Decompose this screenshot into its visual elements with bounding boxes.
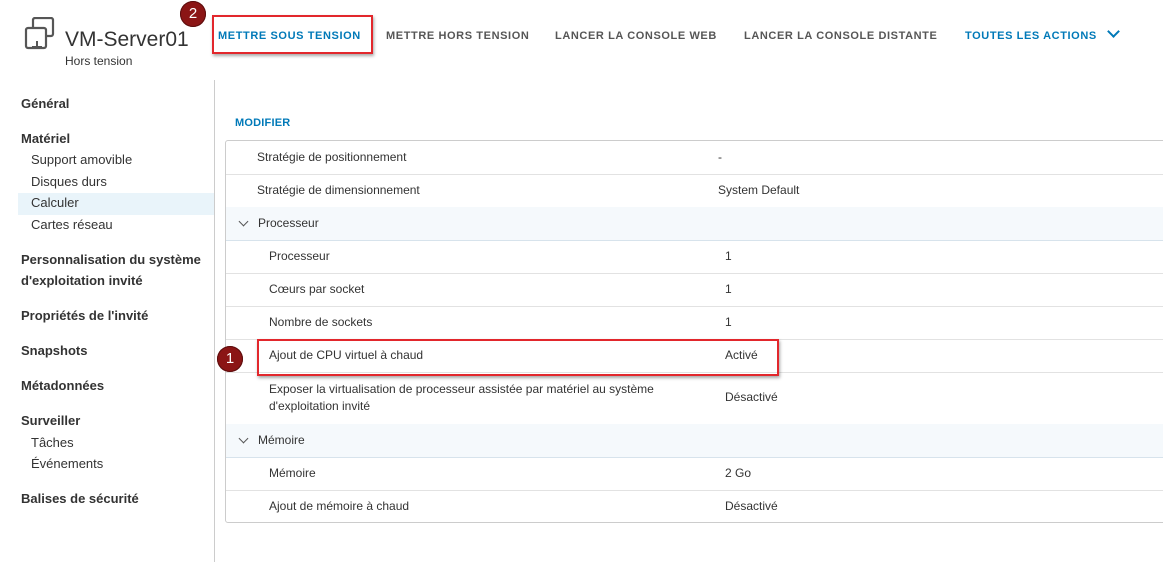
table-row: Nombre de sockets 1	[226, 306, 1163, 340]
chevron-down-icon	[1106, 25, 1120, 38]
row-value: 1	[725, 282, 732, 296]
table-row: Stratégie de positionnement -	[226, 141, 1163, 175]
sidebar-item-tasks[interactable]: Tâches	[31, 432, 74, 453]
sidebar-item-snapshots[interactable]: Snapshots	[21, 340, 87, 361]
table-row: Processeur 1	[226, 240, 1163, 274]
row-label: Ajout de mémoire à chaud	[269, 499, 410, 513]
row-value: -	[718, 150, 722, 164]
sidebar-item-guest-properties[interactable]: Propriétés de l'invité	[21, 305, 148, 326]
launch-remote-console-button[interactable]: LANCER LA CONSOLE DISTANTE	[744, 29, 937, 43]
row-label: Stratégie de dimensionnement	[257, 183, 420, 197]
row-value: 2 Go	[725, 466, 752, 480]
row-value: Désactivé	[725, 390, 778, 404]
row-value: 1	[725, 315, 732, 329]
sidebar-item-network-adapters[interactable]: Cartes réseau	[31, 214, 113, 235]
row-label-line1: Exposer la virtualisation de processeur …	[269, 382, 654, 396]
step-badge-1: 1	[217, 346, 243, 372]
vm-name-title: VM-Server01	[65, 28, 189, 51]
sidebar-section-hardware[interactable]: Matériel	[21, 128, 70, 149]
chevron-down-icon	[238, 216, 249, 227]
memory-group-header[interactable]: Mémoire	[226, 424, 1163, 458]
step-badge-2: 2	[180, 1, 206, 27]
vm-header: VM-Server01 Hors tension METTRE SOUS TEN…	[0, 0, 1163, 80]
table-row: Stratégie de dimensionnement System Defa…	[226, 174, 1163, 208]
edit-link[interactable]: MODIFIER	[235, 117, 290, 129]
row-label: Cœurs par socket	[269, 282, 365, 296]
vm-power-status: Hors tension	[65, 54, 133, 68]
all-actions-label: TOUTES LES ACTIONS	[965, 30, 1097, 42]
sidebar-item-removable-media[interactable]: Support amovible	[31, 149, 132, 170]
sidebar-item-security-tags[interactable]: Balises de sécurité	[21, 488, 139, 509]
row-label-line2: d'exploitation invité	[269, 399, 371, 413]
highlight-box-power-on	[212, 15, 373, 54]
row-label: Nombre de sockets	[269, 315, 373, 329]
compute-properties-grid: Stratégie de positionnement - Stratégie …	[225, 140, 1163, 523]
compute-panel: MODIFIER Stratégie de positionnement - S…	[215, 80, 1163, 562]
table-row: Ajout de mémoire à chaud Désactivé	[226, 490, 1163, 522]
virtual-machine-icon	[24, 17, 55, 50]
row-value: System Default	[718, 183, 800, 197]
launch-web-console-button[interactable]: LANCER LA CONSOLE WEB	[555, 29, 717, 43]
sidebar-item-compute[interactable]: Calculer	[31, 192, 79, 213]
chevron-down-icon	[238, 433, 249, 444]
settings-sidebar: Général Matériel Support amovible Disque…	[0, 80, 215, 562]
highlight-box-cpu-hot-add	[257, 339, 779, 376]
all-actions-dropdown[interactable]: TOUTES LES ACTIONS	[965, 25, 1120, 43]
table-row: Mémoire 2 Go	[226, 457, 1163, 491]
sidebar-label-line1: Personnalisation du système	[21, 252, 201, 267]
sidebar-label-line2: d'exploitation invité	[21, 273, 143, 288]
sidebar-item-guest-os-customization[interactable]: Personnalisation du système d'exploitatio…	[21, 249, 201, 291]
table-row: Exposer la virtualisation de processeur …	[226, 372, 1163, 425]
row-value: Désactivé	[725, 499, 778, 513]
processor-group-header[interactable]: Processeur	[226, 207, 1163, 241]
table-row: Cœurs par socket 1	[226, 273, 1163, 307]
row-label: Mémoire	[269, 466, 316, 480]
power-off-button[interactable]: METTRE HORS TENSION	[386, 29, 529, 43]
sidebar-item-events[interactable]: Événements	[31, 453, 103, 474]
group-label: Processeur	[258, 216, 319, 230]
sidebar-item-hard-disks[interactable]: Disques durs	[31, 171, 107, 192]
sidebar-item-metadata[interactable]: Métadonnées	[21, 375, 104, 396]
row-label: Exposer la virtualisation de processeur …	[269, 381, 654, 415]
sidebar-section-monitor[interactable]: Surveiller	[21, 410, 80, 431]
sidebar-item-general[interactable]: Général	[21, 93, 69, 114]
row-label: Processeur	[269, 249, 330, 263]
group-label: Mémoire	[258, 433, 305, 447]
row-label: Stratégie de positionnement	[257, 150, 407, 164]
row-value: 1	[725, 249, 732, 263]
